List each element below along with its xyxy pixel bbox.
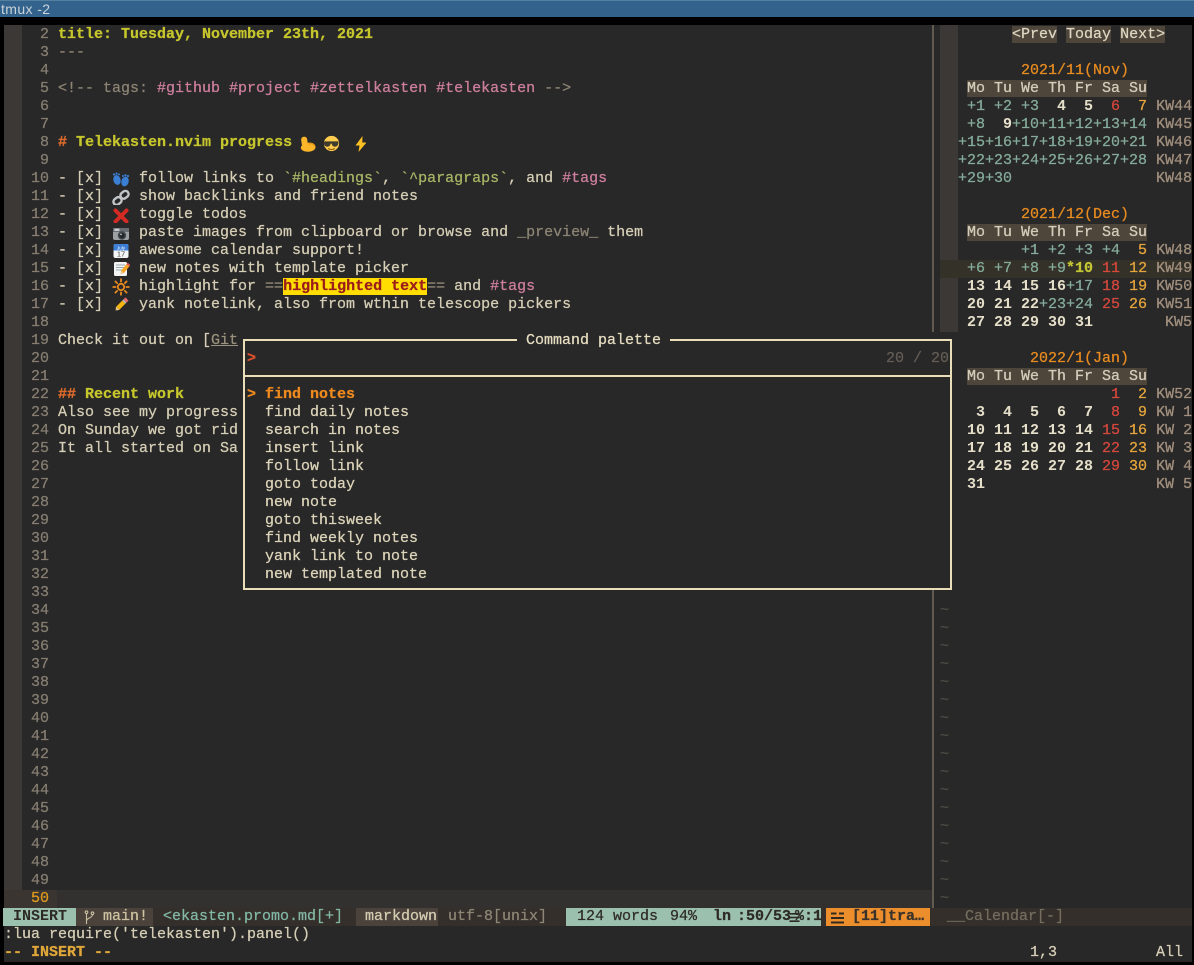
svg-text:17: 17 [117, 250, 125, 259]
